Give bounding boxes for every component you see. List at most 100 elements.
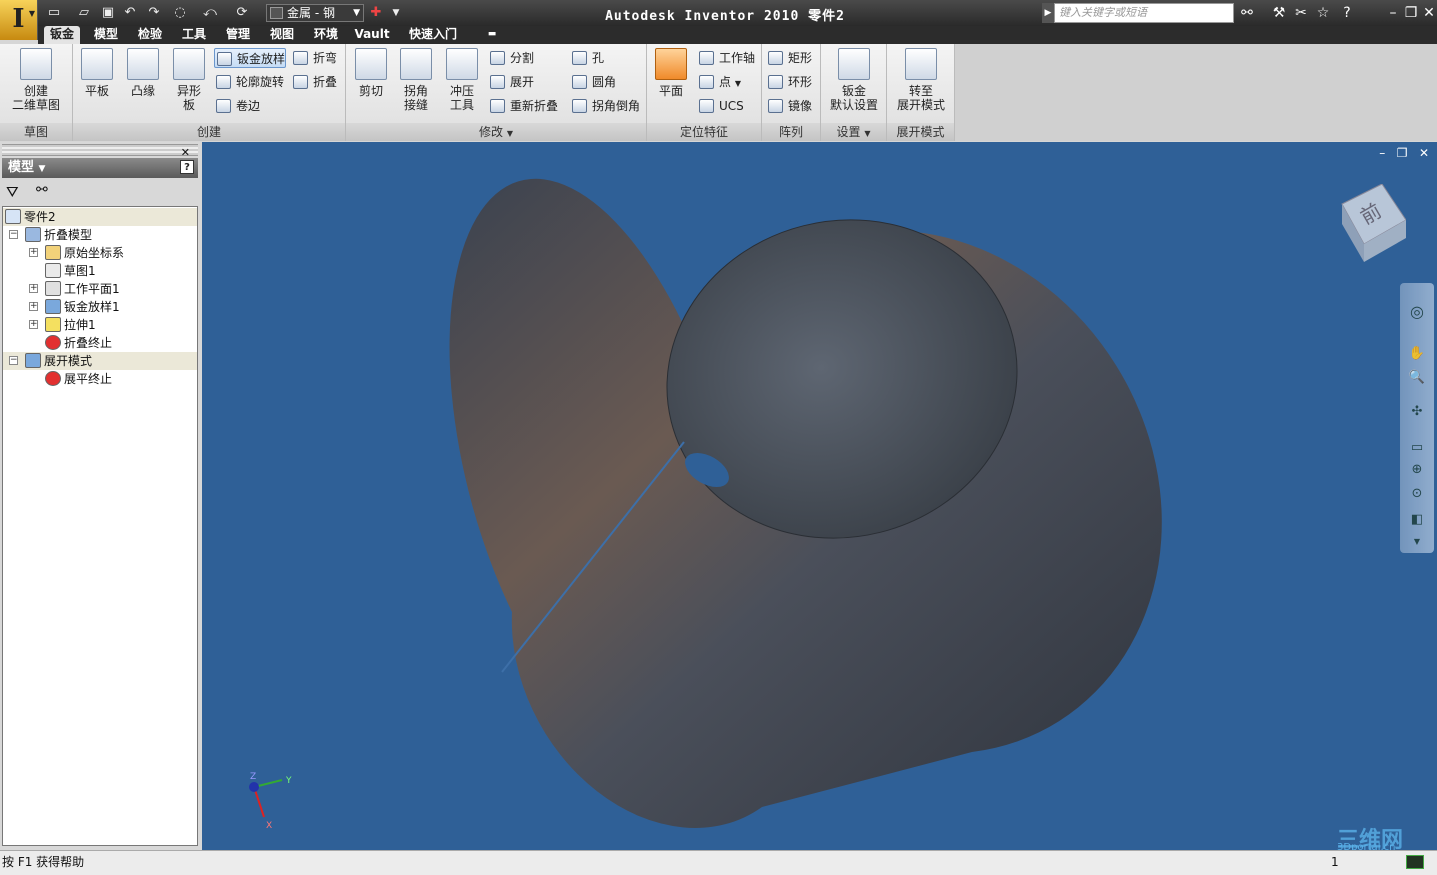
punch-tool-button[interactable]: 冲压 工具 <box>444 48 480 112</box>
new-icon[interactable]: ▭ <box>46 5 62 21</box>
tab-vault[interactable]: Vault <box>350 26 394 44</box>
rectangular-pattern-button[interactable]: 矩形 <box>766 48 812 68</box>
tab-model[interactable]: 模型 <box>86 26 126 44</box>
browser-node[interactable]: + 拉伸1 <box>3 316 197 334</box>
expand-toggle-icon[interactable]: − <box>9 230 18 239</box>
browser-title[interactable]: 模型 ▼? <box>2 158 198 178</box>
browser-node[interactable]: + 工作平面1 <box>3 280 197 298</box>
zoom-all-icon[interactable]: ⊕ <box>1408 461 1426 479</box>
bend-button[interactable]: 折弯 <box>291 48 337 68</box>
pan-icon[interactable]: ✋ <box>1408 345 1426 363</box>
cut-button[interactable]: 剪切 <box>354 48 388 98</box>
return-icon[interactable]: ⤺ <box>202 5 218 21</box>
hole-button[interactable]: 孔 <box>570 48 604 68</box>
help-icon[interactable]: ? <box>180 160 194 174</box>
expand-toggle-icon[interactable]: + <box>29 248 38 257</box>
undo-icon[interactable]: ↶ <box>122 5 138 21</box>
panel-label: 定位特征 <box>647 123 761 141</box>
open-icon[interactable]: ▱ <box>76 5 92 21</box>
browser-node[interactable]: 草图1 <box>3 262 197 280</box>
cylinder-model[interactable] <box>202 142 1437 850</box>
go-to-flat-pattern-button[interactable]: 转至 展开模式 <box>891 48 951 112</box>
corner-chamfer-button[interactable]: 拐角倒角 <box>570 96 640 116</box>
tab-environments[interactable]: 环境 <box>306 26 346 44</box>
browser-node[interactable]: 折叠终止 <box>3 334 197 352</box>
color-icon[interactable]: ✚ <box>368 5 384 21</box>
work-point-button[interactable]: 点 ▼ <box>697 72 741 92</box>
graphics-window[interactable]: – ❐ ✕ Y Z X 三维网 3Dportal.cn <box>202 142 1437 853</box>
look-at-icon[interactable]: ▭ <box>1408 439 1426 457</box>
browser-node[interactable]: + 钣金放样1 <box>3 298 197 316</box>
corner-seam-button[interactable]: 拐角 接缝 <box>398 48 434 112</box>
unfold-button[interactable]: 展开 <box>488 72 534 92</box>
panel-label-dropdown[interactable]: 修改 ▼ <box>346 123 646 141</box>
material-selector[interactable]: 金属 - 钢 ▼ <box>266 4 364 22</box>
flat-pattern-icon <box>25 353 41 368</box>
ribbon: 创建 二维草图 草图 平板 凸缘 异形 板 钣金放样 轮廓旋转 卷边 折弯 折叠… <box>0 44 955 141</box>
tools-icon[interactable]: ⚒ <box>1270 4 1288 22</box>
help-search-input[interactable]: 键入关键字或短语 <box>1054 3 1234 23</box>
tab-inspect[interactable]: 检验 <box>130 26 170 44</box>
restore-icon[interactable]: ❐ <box>1402 4 1420 22</box>
contour-flange-icon <box>173 48 205 80</box>
flange-button[interactable]: 凸缘 <box>125 48 161 98</box>
work-axis-button[interactable]: 工作轴 <box>697 48 755 68</box>
view-face-icon[interactable]: ◧ <box>1408 511 1426 529</box>
expand-toggle-icon[interactable]: + <box>29 284 38 293</box>
lofted-flange-button[interactable]: 钣金放样 <box>214 48 287 68</box>
plane-button[interactable]: 平面 <box>653 48 689 98</box>
refold-button[interactable]: 重新折叠 <box>488 96 558 116</box>
tab-tools[interactable]: 工具 <box>174 26 214 44</box>
search-expand-icon[interactable]: ▶ <box>1042 3 1054 23</box>
tab-sheet-metal[interactable]: 钣金 <box>44 26 80 44</box>
browser-node[interactable]: + 原始坐标系 <box>3 244 197 262</box>
browser-node[interactable]: 展平终止 <box>3 370 197 388</box>
face-button[interactable]: 平板 <box>79 48 115 98</box>
binoculars-icon[interactable]: ⚯ <box>1238 4 1256 22</box>
circular-pattern-button[interactable]: 环形 <box>766 72 812 92</box>
create-2d-sketch-button[interactable]: 创建 二维草图 <box>8 48 64 112</box>
tab-view[interactable]: 视图 <box>262 26 302 44</box>
chevron-down-icon[interactable]: ▼ <box>388 5 404 21</box>
expand-toggle-icon[interactable]: + <box>29 302 38 311</box>
favorites-icon[interactable]: ☆ <box>1314 4 1332 22</box>
ribbon-minimize-icon[interactable]: ▬ <box>484 26 500 44</box>
inventor-logo-icon[interactable]: I ▼ <box>0 0 38 40</box>
update-icon[interactable]: ⟳ <box>234 5 250 21</box>
find-icon[interactable]: ⚯ <box>36 182 48 198</box>
title-bar: I ▼ ▭ ▱ ▣ ↶ ↷ ◌ ⤺ ⟳ 金属 - 钢 ▼ ✚ ▼ Autodesk … <box>0 0 1437 40</box>
browser-node[interactable]: − 折叠模型 <box>3 226 197 244</box>
close-icon[interactable]: ✕ <box>1420 4 1437 22</box>
redo-icon[interactable]: ↷ <box>146 5 162 21</box>
ucs-button[interactable]: UCS <box>697 96 744 116</box>
expand-toggle-icon[interactable]: + <box>29 320 38 329</box>
tab-manage[interactable]: 管理 <box>218 26 258 44</box>
tab-get-started[interactable]: 快速入门 <box>402 26 464 44</box>
minimize-icon[interactable]: – <box>1384 4 1402 22</box>
panel-label-dropdown[interactable]: 设置 ▼ <box>821 123 886 141</box>
zoom-icon[interactable]: 🔍 <box>1408 369 1426 387</box>
browser-node[interactable]: − 展开模式 <box>3 352 197 370</box>
browser-node[interactable]: 零件2 <box>3 208 197 226</box>
contour-roll-button[interactable]: 轮廓旋转 <box>214 72 284 92</box>
hem-button[interactable]: 卷边 <box>214 96 260 116</box>
steering-wheel-icon[interactable]: ◎ <box>1408 303 1426 321</box>
fold-button[interactable]: 折叠 <box>291 72 337 92</box>
chevron-down-icon[interactable]: ▼ <box>1408 537 1426 547</box>
mirror-button[interactable]: 镜像 <box>766 96 812 116</box>
help-icon[interactable]: ? <box>1338 4 1356 22</box>
expand-toggle-icon[interactable]: − <box>9 356 18 365</box>
select-icon[interactable]: ◌ <box>172 5 188 21</box>
split-button[interactable]: 分割 <box>488 48 534 68</box>
panel-grip[interactable]: ✕ <box>2 144 198 159</box>
zoom-window-icon[interactable]: ⊙ <box>1408 485 1426 503</box>
corner-round-button[interactable]: 圆角 <box>570 72 616 92</box>
viewcube[interactable]: 前 <box>1338 183 1407 264</box>
orbit-icon[interactable]: ✣ <box>1408 403 1426 421</box>
filter-icon[interactable]: ⛛ <box>6 183 19 201</box>
communication-icon[interactable]: ✂ <box>1292 4 1310 22</box>
contour-flange-button[interactable]: 异形 板 <box>171 48 207 112</box>
browser-node-label: 原始坐标系 <box>64 246 125 260</box>
sheet-metal-defaults-button[interactable]: 钣金 默认设置 <box>825 48 883 112</box>
save-icon[interactable]: ▣ <box>100 5 116 21</box>
